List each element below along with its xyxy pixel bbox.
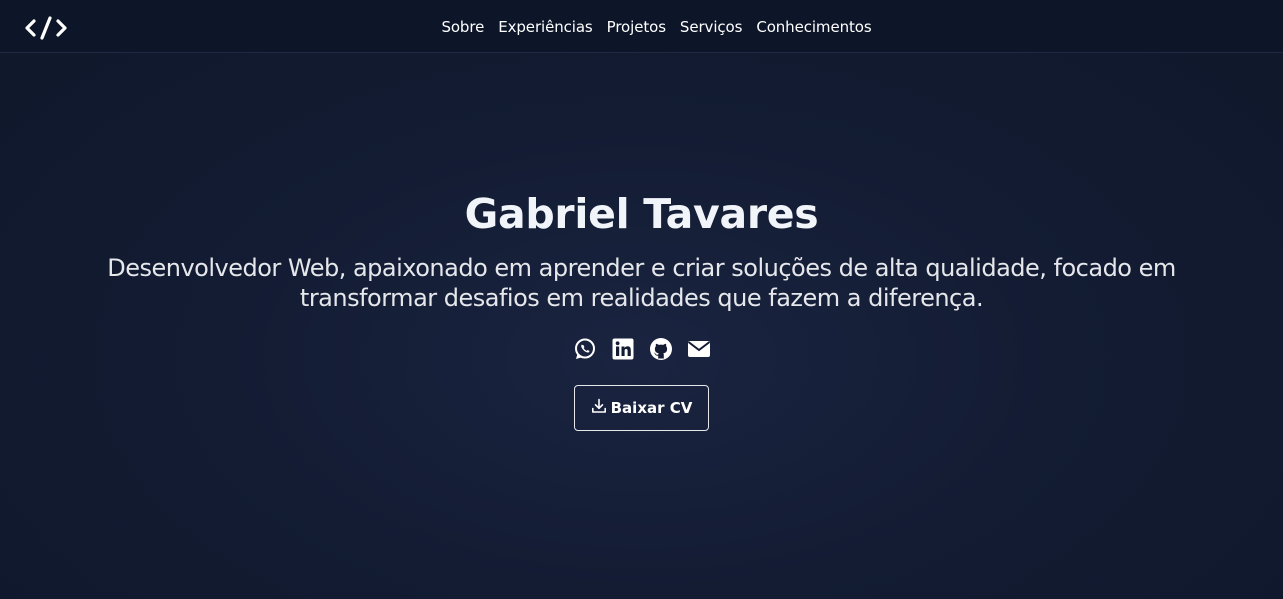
download-icon (591, 398, 607, 418)
nav-link-sobre[interactable]: Sobre (441, 18, 484, 36)
nav-link-servicos[interactable]: Serviços (680, 18, 743, 36)
whatsapp-icon[interactable] (573, 337, 597, 361)
nav-menu: Sobre Experiências Projetos Serviços Con… (0, 0, 1283, 53)
download-cv-label: Baixar CV (610, 399, 693, 417)
social-links (0, 337, 1283, 361)
nav-link-conhecimentos[interactable]: Conhecimentos (756, 18, 871, 36)
linkedin-icon[interactable] (611, 337, 635, 361)
hero-section: Gabriel Tavares Desenvolvedor Web, apaix… (0, 185, 1283, 431)
envelope-icon[interactable] (687, 337, 711, 361)
hero-name: Gabriel Tavares (464, 190, 819, 238)
navbar: Sobre Experiências Projetos Serviços Con… (0, 0, 1283, 53)
hero-tagline: Desenvolvedor Web, apaixonado em aprende… (107, 254, 1176, 312)
download-cv-button[interactable]: Baixar CV (574, 385, 709, 431)
nav-link-experiencias[interactable]: Experiências (498, 18, 593, 36)
github-icon[interactable] (649, 337, 673, 361)
nav-link-projetos[interactable]: Projetos (607, 18, 666, 36)
